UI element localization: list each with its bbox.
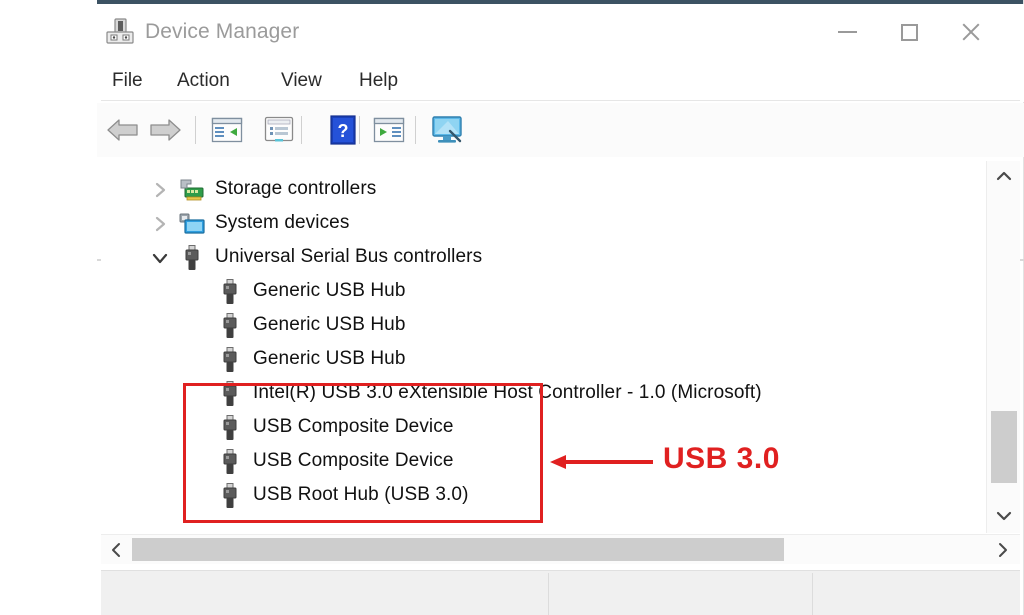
tree-row-universal-serial-bus-controllers[interactable]: Universal Serial Bus controllers bbox=[101, 241, 981, 275]
menu-item-view[interactable]: View bbox=[277, 68, 326, 94]
scan-for-hardware-changes-icon bbox=[432, 116, 462, 143]
scroll-down-button[interactable] bbox=[987, 501, 1020, 531]
close-icon bbox=[960, 21, 982, 43]
maximize-icon bbox=[900, 23, 918, 41]
system-device-icon bbox=[179, 211, 205, 237]
tree-label: Generic USB Hub bbox=[253, 348, 406, 369]
status-divider-1 bbox=[548, 573, 549, 615]
chevron-right-icon[interactable] bbox=[147, 211, 173, 237]
tree-label: USB Composite Device bbox=[253, 416, 454, 437]
tree-row-device[interactable]: Generic USB Hub bbox=[101, 309, 981, 343]
tree-row-system-devices[interactable]: System devices bbox=[101, 207, 981, 241]
toolbar-separator-1 bbox=[195, 116, 196, 144]
chevron-down-icon[interactable] bbox=[147, 245, 173, 271]
tree-label: Universal Serial Bus controllers bbox=[215, 246, 483, 267]
chevron-up-icon bbox=[996, 171, 1011, 181]
window-title: Device Manager bbox=[145, 20, 300, 43]
menu-item-help[interactable]: Help bbox=[355, 68, 402, 94]
tree-label: USB Root Hub (USB 3.0) bbox=[253, 484, 469, 505]
update-driver-icon bbox=[373, 117, 405, 143]
tree-row-device[interactable]: USB Composite Device bbox=[101, 411, 981, 445]
toolbar: ? bbox=[97, 103, 1024, 261]
tree-row-device[interactable]: Generic USB Hub bbox=[101, 275, 981, 309]
show-details-icon bbox=[264, 116, 294, 142]
horizontal-scrollbar-thumb[interactable] bbox=[132, 538, 784, 561]
vertical-scrollbar-thumb[interactable] bbox=[991, 411, 1017, 483]
minimize-icon bbox=[837, 31, 857, 33]
properties-button[interactable] bbox=[207, 111, 247, 149]
device-manager-icon bbox=[105, 18, 135, 46]
scroll-right-button[interactable] bbox=[988, 535, 1018, 564]
menu-item-action[interactable]: Action bbox=[173, 68, 234, 94]
usb-icon bbox=[217, 347, 243, 373]
toolbar-separator-3 bbox=[415, 116, 416, 144]
horizontal-scrollbar[interactable] bbox=[101, 534, 1020, 564]
device-tree[interactable]: Storage controllers System devices Unive… bbox=[101, 161, 1020, 533]
usb-icon bbox=[217, 381, 243, 407]
device-manager-window: Device Manager File Action View Help ? S… bbox=[97, 0, 1024, 615]
tree-label: Storage controllers bbox=[215, 178, 377, 199]
tree-row-device[interactable]: USB Root Hub (USB 3.0) bbox=[101, 479, 981, 513]
close-button[interactable] bbox=[940, 4, 1002, 60]
tree-label: System devices bbox=[215, 212, 350, 233]
menu-bar: File Action View Help bbox=[97, 60, 1024, 102]
minimize-button[interactable] bbox=[816, 4, 878, 60]
tree-row-device[interactable]: USB Composite Device bbox=[101, 445, 981, 479]
usb-icon bbox=[217, 415, 243, 441]
scan-for-hardware-changes-button[interactable] bbox=[427, 111, 467, 149]
toolbar-separator-4 bbox=[359, 116, 360, 144]
update-driver-button[interactable] bbox=[369, 111, 409, 149]
storage-controller-icon bbox=[179, 177, 205, 203]
usb-icon bbox=[217, 313, 243, 339]
scroll-left-button[interactable] bbox=[101, 535, 131, 564]
help-button[interactable]: ? bbox=[323, 111, 363, 149]
chevron-right-icon bbox=[999, 542, 1007, 557]
show-details-button[interactable] bbox=[259, 111, 299, 149]
title-bar: Device Manager bbox=[97, 4, 1024, 60]
tree-row-storage-controllers[interactable]: Storage controllers bbox=[101, 173, 981, 207]
tree-label: Generic USB Hub bbox=[253, 314, 406, 335]
usb-icon bbox=[179, 245, 205, 271]
back-button[interactable] bbox=[103, 111, 143, 149]
back-arrow-icon bbox=[107, 119, 138, 141]
usb-icon bbox=[217, 449, 243, 475]
tree-label: Generic USB Hub bbox=[253, 280, 406, 301]
scroll-up-button[interactable] bbox=[987, 161, 1020, 191]
chevron-down-icon bbox=[996, 511, 1011, 521]
forward-arrow-icon bbox=[150, 119, 181, 141]
tree-row-device[interactable]: Intel(R) USB 3.0 eXtensible Host Control… bbox=[101, 377, 981, 411]
status-divider-2 bbox=[812, 573, 813, 615]
help-icon: ? bbox=[330, 115, 356, 145]
menu-separator bbox=[101, 100, 1020, 101]
usb-icon bbox=[217, 483, 243, 509]
usb-icon bbox=[217, 279, 243, 305]
tree-row-device[interactable]: Generic USB Hub bbox=[101, 343, 981, 377]
screenshot-root: Device Manager File Action View Help ? S… bbox=[0, 0, 1024, 615]
properties-icon bbox=[211, 117, 243, 143]
vertical-scrollbar[interactable] bbox=[986, 161, 1020, 533]
tree-label: Intel(R) USB 3.0 eXtensible Host Control… bbox=[253, 382, 762, 403]
left-arrow-icon bbox=[548, 452, 653, 472]
maximize-button[interactable] bbox=[878, 4, 940, 60]
svg-text:?: ? bbox=[338, 121, 349, 141]
toolbar-separator-2 bbox=[301, 116, 302, 144]
annotation-label: USB 3.0 bbox=[663, 442, 780, 475]
tree-label: USB Composite Device bbox=[253, 450, 454, 471]
menu-item-file[interactable]: File bbox=[108, 68, 147, 94]
chevron-left-icon bbox=[112, 542, 120, 557]
chevron-right-icon[interactable] bbox=[147, 177, 173, 203]
status-bar bbox=[101, 570, 1020, 615]
forward-button[interactable] bbox=[145, 111, 185, 149]
